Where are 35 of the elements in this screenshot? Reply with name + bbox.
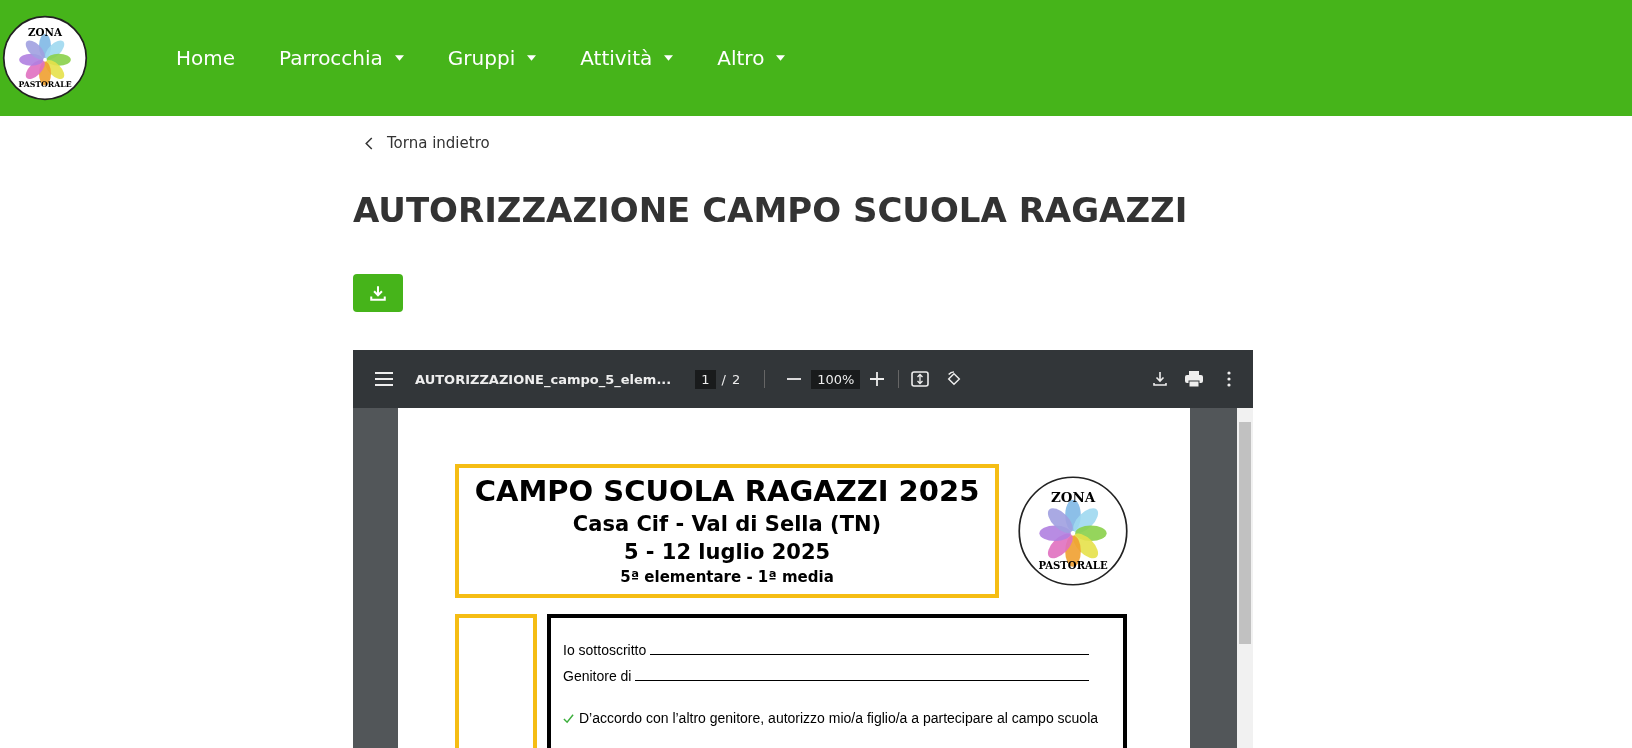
menu-icon[interactable] [375, 371, 393, 387]
caret-icon [394, 55, 404, 61]
nav-link[interactable]: Parrocchia [279, 46, 404, 70]
caret-icon [776, 55, 786, 61]
scrollbar[interactable] [1237, 408, 1253, 748]
document-classes: 5ª elementare - 1ª media [619, 568, 835, 586]
back-link[interactable]: Torna indietro [365, 134, 1253, 152]
document-place: Casa Cif - Val di Sella (TN) [571, 512, 883, 536]
more-options-icon[interactable] [1227, 371, 1231, 387]
chevron-left-icon [365, 136, 373, 150]
nav-link[interactable]: Gruppi [447, 46, 537, 70]
page-title: AUTORIZZAZIONE CAMPO SCUOLA RAGAZZI [353, 190, 1189, 230]
logo-drawing: ZONA PASTORALE [1017, 475, 1129, 587]
zoom-field[interactable]: 100% [811, 369, 861, 389]
nav-link[interactable]: Home [176, 46, 236, 70]
file-name: AUTORIZZAZIONE_campo_5_elem... [415, 371, 672, 387]
field-label: Io sottoscritto [563, 642, 647, 658]
zoom-in-icon[interactable] [870, 372, 885, 386]
page-count: 2 [731, 371, 741, 387]
caret-icon [527, 55, 537, 61]
field-label: Genitore di [563, 668, 632, 684]
document-title: CAMPO SCUOLA RAGAZZI 2025 [473, 474, 981, 508]
download-icon [369, 284, 387, 302]
page-separator: / [721, 371, 726, 387]
nav-link[interactable]: Attività [580, 46, 674, 70]
download-icon[interactable] [1151, 371, 1169, 387]
logo-drawing[interactable]: ZONA PASTORALE [2, 15, 88, 101]
caret-icon [664, 55, 674, 61]
statement-text: D’accordo con l’altro genitore, autorizzo mio/a figlio/a a partecipare al campo scuola [579, 710, 1099, 726]
page-number-field[interactable]: 1 [695, 369, 716, 389]
print-icon[interactable] [1185, 371, 1203, 387]
document-dates: 5 - 12 luglio 2025 [622, 540, 832, 564]
fit-page-icon[interactable] [911, 371, 930, 387]
nav-link[interactable]: Altro [717, 46, 786, 70]
download-button[interactable] [353, 274, 403, 312]
